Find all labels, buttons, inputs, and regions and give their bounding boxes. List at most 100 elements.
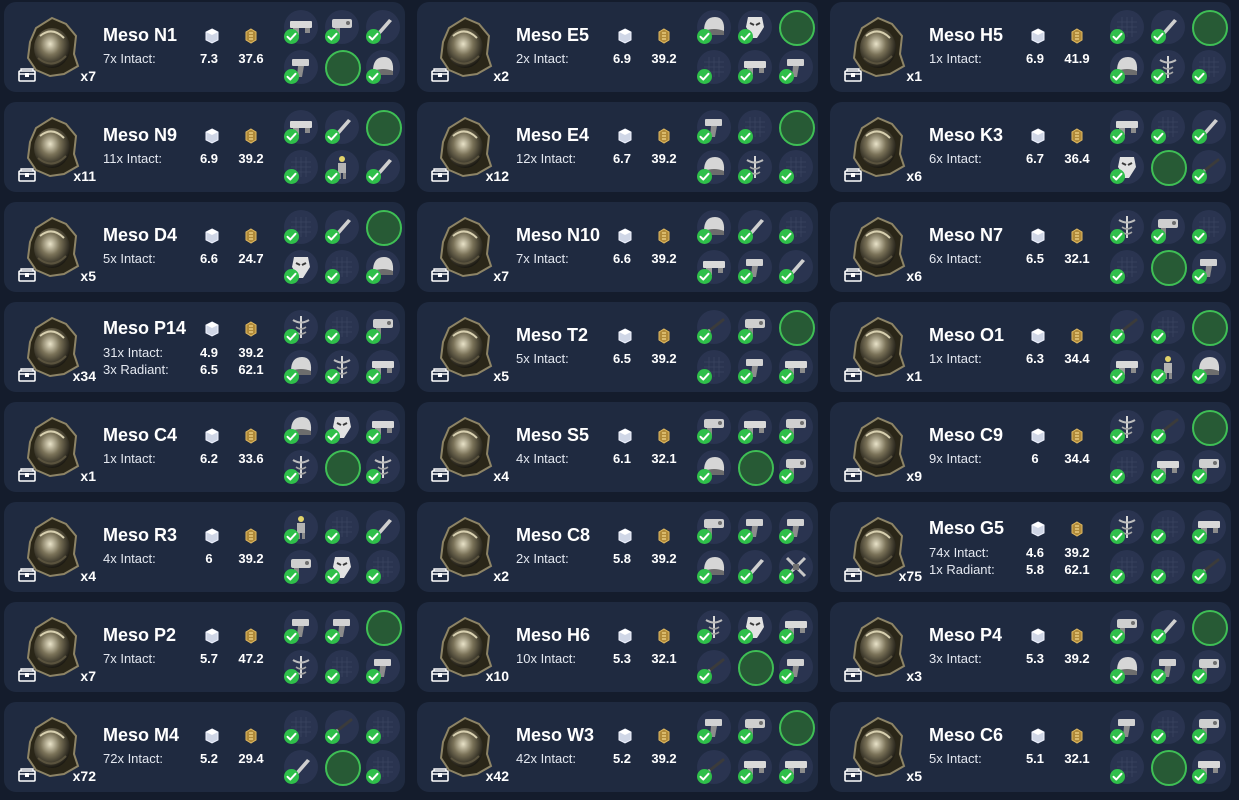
reward-slot-pistol[interactable] xyxy=(738,510,772,544)
reward-slot-whip[interactable] xyxy=(1192,550,1226,584)
reward-slot-mask[interactable] xyxy=(738,10,772,44)
reward-slot-blade[interactable] xyxy=(366,150,400,184)
reward-slot-blank[interactable] xyxy=(697,350,731,384)
reward-slot-blank[interactable] xyxy=(1192,210,1226,244)
reward-slot-gun[interactable] xyxy=(779,450,813,484)
reward-slot-helmet[interactable] xyxy=(284,410,318,444)
reward-slot-blade[interactable] xyxy=(738,210,772,244)
reward-slot-gun[interactable] xyxy=(1192,650,1226,684)
reward-slot-blank[interactable] xyxy=(1110,750,1144,784)
reward-slot-helmet[interactable] xyxy=(366,250,400,284)
reward-slot-helmet[interactable] xyxy=(697,10,731,44)
reward-slot-blank[interactable] xyxy=(1110,250,1144,284)
reward-slot-caduceus[interactable] xyxy=(1110,410,1144,444)
reward-slot-blank[interactable] xyxy=(325,250,359,284)
reward-slot-mask[interactable] xyxy=(738,610,772,644)
reward-slot-pistol[interactable] xyxy=(697,110,731,144)
reward-slot-gun[interactable] xyxy=(1192,450,1226,484)
reward-slot-whip[interactable] xyxy=(325,710,359,744)
reward-slot-rifle[interactable] xyxy=(1192,750,1226,784)
reward-slot-blank[interactable] xyxy=(1110,550,1144,584)
reward-slot-mask[interactable] xyxy=(1110,150,1144,184)
empty-reward-slot[interactable] xyxy=(1192,10,1228,46)
empty-reward-slot[interactable] xyxy=(325,50,361,86)
reward-slot-cross[interactable] xyxy=(779,550,813,584)
reward-slot-helmet[interactable] xyxy=(1192,350,1226,384)
reward-slot-figure[interactable] xyxy=(325,150,359,184)
relic-card[interactable]: x75 Meso G5 74x Intact: 4.6 39.2 1x Radiant: 5… xyxy=(830,502,1231,592)
reward-slot-blank[interactable] xyxy=(325,310,359,344)
reward-slot-pistol[interactable] xyxy=(738,350,772,384)
relic-card[interactable]: x7 Meso N1 7x Intact: 7.3 37.6 xyxy=(4,2,405,92)
empty-reward-slot[interactable] xyxy=(1151,150,1187,186)
reward-slot-pistol[interactable] xyxy=(284,610,318,644)
reward-slot-rifle[interactable] xyxy=(697,250,731,284)
reward-slot-helmet[interactable] xyxy=(697,210,731,244)
reward-slot-gun[interactable] xyxy=(1151,210,1185,244)
reward-slot-helmet[interactable] xyxy=(1110,650,1144,684)
reward-slot-rifle[interactable] xyxy=(738,50,772,84)
relic-card[interactable]: x72 Meso M4 72x Intact: 5.2 29.4 xyxy=(4,702,405,792)
reward-slot-blank[interactable] xyxy=(779,210,813,244)
empty-reward-slot[interactable] xyxy=(1151,750,1187,786)
reward-slot-rifle[interactable] xyxy=(1110,350,1144,384)
relic-card[interactable]: x7 Meso P2 7x Intact: 5.7 47.2 xyxy=(4,602,405,692)
relic-card[interactable]: x1 Meso O1 1x Intact: 6.3 34.4 xyxy=(830,302,1231,392)
reward-slot-blank[interactable] xyxy=(325,650,359,684)
reward-slot-pistol[interactable] xyxy=(1151,650,1185,684)
reward-slot-blank[interactable] xyxy=(738,110,772,144)
reward-slot-blade[interactable] xyxy=(366,510,400,544)
reward-slot-whip[interactable] xyxy=(1110,310,1144,344)
reward-slot-rifle[interactable] xyxy=(738,750,772,784)
reward-slot-pistol[interactable] xyxy=(284,50,318,84)
reward-slot-helmet[interactable] xyxy=(366,50,400,84)
reward-slot-blank[interactable] xyxy=(779,150,813,184)
reward-slot-rifle[interactable] xyxy=(366,410,400,444)
reward-slot-blade[interactable] xyxy=(1192,110,1226,144)
reward-slot-gun[interactable] xyxy=(1192,710,1226,744)
reward-slot-rifle[interactable] xyxy=(1192,510,1226,544)
reward-slot-blade[interactable] xyxy=(738,550,772,584)
relic-card[interactable]: x4 Meso S5 4x Intact: 6.1 32.1 xyxy=(417,402,818,492)
reward-slot-rifle[interactable] xyxy=(284,10,318,44)
reward-slot-gun[interactable] xyxy=(325,10,359,44)
reward-slot-whip[interactable] xyxy=(697,310,731,344)
reward-slot-caduceus[interactable] xyxy=(366,450,400,484)
reward-slot-whip[interactable] xyxy=(697,750,731,784)
reward-slot-rifle[interactable] xyxy=(738,410,772,444)
reward-slot-blade[interactable] xyxy=(325,110,359,144)
reward-slot-pistol[interactable] xyxy=(1110,710,1144,744)
relic-card[interactable]: x1 Meso C4 1x Intact: 6.2 33.6 xyxy=(4,402,405,492)
reward-slot-pistol[interactable] xyxy=(366,650,400,684)
reward-slot-rifle[interactable] xyxy=(284,110,318,144)
reward-slot-blank[interactable] xyxy=(697,50,731,84)
empty-reward-slot[interactable] xyxy=(366,110,402,146)
empty-reward-slot[interactable] xyxy=(366,610,402,646)
reward-slot-blade[interactable] xyxy=(325,210,359,244)
reward-slot-caduceus[interactable] xyxy=(284,310,318,344)
relic-card[interactable]: x2 Meso E5 2x Intact: 6.9 39.2 xyxy=(417,2,818,92)
reward-slot-blank[interactable] xyxy=(325,510,359,544)
relic-card[interactable]: x1 Meso H5 1x Intact: 6.9 41.9 xyxy=(830,2,1231,92)
relic-card[interactable]: x4 Meso R3 4x Intact: 6 39.2 xyxy=(4,502,405,592)
empty-reward-slot[interactable] xyxy=(1151,250,1187,286)
reward-slot-gun[interactable] xyxy=(697,410,731,444)
reward-slot-blank[interactable] xyxy=(284,150,318,184)
reward-slot-figure[interactable] xyxy=(1151,350,1185,384)
reward-slot-caduceus[interactable] xyxy=(325,350,359,384)
reward-slot-blank[interactable] xyxy=(1192,50,1226,84)
reward-slot-caduceus[interactable] xyxy=(738,150,772,184)
reward-slot-blank[interactable] xyxy=(1151,550,1185,584)
relic-card[interactable]: x2 Meso C8 2x Intact: 5.8 39.2 xyxy=(417,502,818,592)
reward-slot-caduceus[interactable] xyxy=(697,610,731,644)
reward-slot-blank[interactable] xyxy=(1151,510,1185,544)
reward-slot-rifle[interactable] xyxy=(1151,450,1185,484)
relic-card[interactable]: x10 Meso H6 10x Intact: 5.3 32.1 xyxy=(417,602,818,692)
reward-slot-helmet[interactable] xyxy=(697,550,731,584)
relic-card[interactable]: x6 Meso N7 6x Intact: 6.5 32.1 xyxy=(830,202,1231,292)
relic-card[interactable]: x34 Meso P14 31x Intact: 4.9 39.2 3x Radiant:… xyxy=(4,302,405,392)
reward-slot-whip[interactable] xyxy=(1192,150,1226,184)
reward-slot-pistol[interactable] xyxy=(779,650,813,684)
reward-slot-blank[interactable] xyxy=(1110,10,1144,44)
reward-slot-whip[interactable] xyxy=(697,650,731,684)
